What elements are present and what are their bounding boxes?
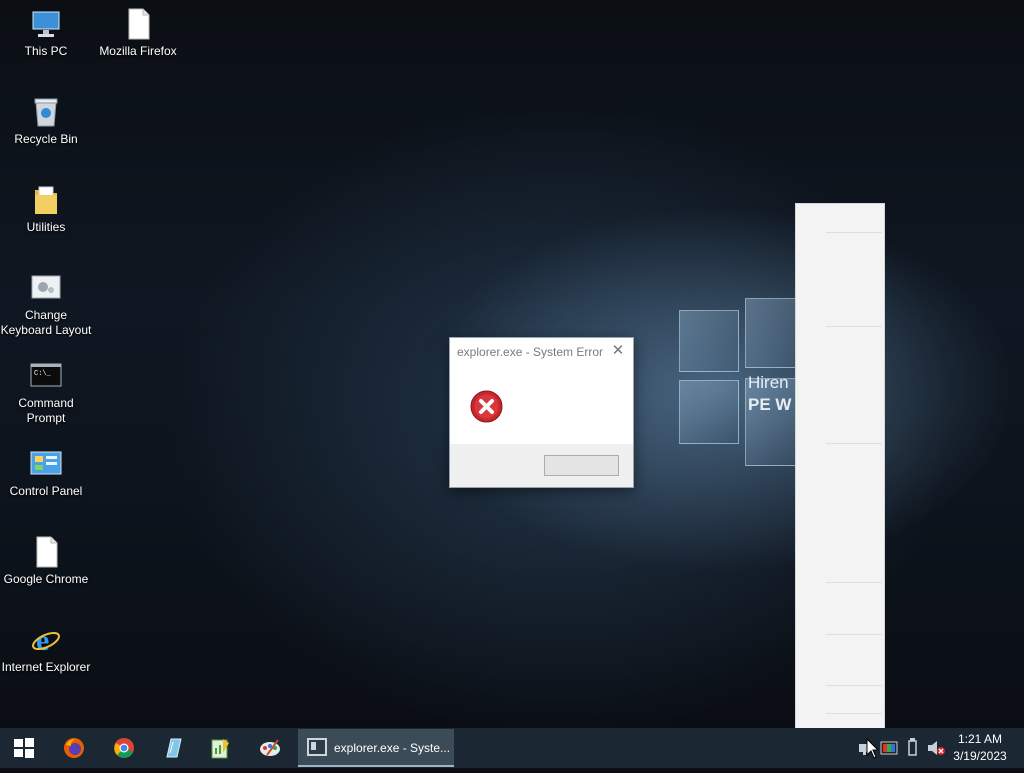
taskbar-firefox-button[interactable] <box>50 728 98 768</box>
desktop-icon-google-chrome[interactable]: Google Chrome <box>0 536 92 587</box>
desktop-icon-label: This PC <box>24 44 68 58</box>
internet-explorer-icon: e <box>30 624 62 657</box>
desktop-icon-mozilla-firefox[interactable]: Mozilla Firefox <box>92 8 184 59</box>
desktop-icon-internet-explorer[interactable]: e Internet Explorer <box>0 624 92 675</box>
panel-divider <box>826 232 882 233</box>
start-button[interactable] <box>0 728 48 768</box>
dialog-footer <box>450 444 633 487</box>
firefox-icon <box>64 738 84 758</box>
system-clock[interactable]: 1:21 AM 3/19/2023 <box>944 731 1016 765</box>
notepad-icon <box>211 739 229 759</box>
wallpaper-text-line2: PE W <box>748 395 792 414</box>
desktop-icon-label: Change Keyboard Layout <box>0 308 92 337</box>
ok-button[interactable] <box>544 455 619 476</box>
clock-date: 3/19/2023 <box>953 749 1007 763</box>
panel-divider <box>826 685 882 686</box>
display-color-icon[interactable] <box>880 728 898 768</box>
desktop-icon-recycle-bin[interactable]: Recycle Bin <box>0 96 92 147</box>
dialog-title: explorer.exe - System Error <box>457 345 604 359</box>
folder-icon <box>30 184 62 216</box>
command-prompt-icon: C:\_ <box>30 360 62 392</box>
paint-icon <box>260 739 280 756</box>
computer-icon <box>30 8 62 40</box>
blank-document-icon <box>30 536 62 568</box>
task-label: explorer.exe - Syste... <box>334 741 451 755</box>
error-icon <box>470 390 503 423</box>
desktop-icon-this-pc[interactable]: This PC <box>0 8 92 59</box>
window-icon <box>307 738 327 756</box>
volume-muted-icon[interactable] <box>926 728 946 768</box>
clock-time: 1:21 AM <box>957 732 1003 746</box>
panel-divider <box>826 582 882 583</box>
desktop-icon-label: Google Chrome <box>3 572 89 586</box>
windows-logo-icon <box>14 738 34 758</box>
mouse-cursor-icon <box>866 738 880 759</box>
wallpaper-windows-logo <box>665 292 815 472</box>
taskbar-tools-button[interactable] <box>148 728 196 768</box>
usb-device-icon[interactable] <box>904 728 920 768</box>
chrome-icon <box>114 738 134 758</box>
wallpaper-text: Hiren PE W <box>748 372 791 416</box>
desktop-icon-control-panel[interactable]: Control Panel <box>0 448 92 499</box>
wallpaper-text-line1: Hiren <box>748 373 789 392</box>
desktop-icon-label: Internet Explorer <box>1 660 91 674</box>
svg-text:C:\_: C:\_ <box>34 370 52 378</box>
desktop-icon-label: Mozilla Firefox <box>99 44 177 58</box>
desktop-icon-label: Command Prompt <box>18 396 74 425</box>
taskbar-chrome-button[interactable] <box>100 728 148 768</box>
desktop-icon-utilities[interactable]: Utilities <box>0 184 92 235</box>
close-button[interactable]: ✕ <box>609 342 627 360</box>
keyboard-settings-icon <box>30 272 62 304</box>
control-panel-icon <box>30 448 62 480</box>
panel-divider <box>826 443 882 444</box>
taskbar-paint-button[interactable] <box>246 728 294 768</box>
desktop-icon-change-keyboard-layout[interactable]: Change Keyboard Layout <box>0 272 92 338</box>
taskbar-task-explorer-error[interactable]: explorer.exe - Syste... <box>298 729 454 767</box>
recycle-bin-icon <box>30 96 62 128</box>
taskbar-notepad-button[interactable] <box>196 728 244 768</box>
desktop-icon-label: Utilities <box>26 220 66 234</box>
tools-icon <box>166 738 182 758</box>
blank-white-panel <box>795 203 885 741</box>
panel-divider <box>826 634 882 635</box>
desktop-icon-label: Control Panel <box>9 484 83 498</box>
blank-document-icon <box>122 8 154 40</box>
desktop-icon-command-prompt[interactable]: C:\_ Command Prompt <box>0 360 92 426</box>
desktop-icon-label: Recycle Bin <box>14 132 78 146</box>
panel-divider <box>826 713 882 714</box>
panel-divider <box>826 326 882 327</box>
system-error-dialog: explorer.exe - System Error ✕ <box>449 337 634 488</box>
